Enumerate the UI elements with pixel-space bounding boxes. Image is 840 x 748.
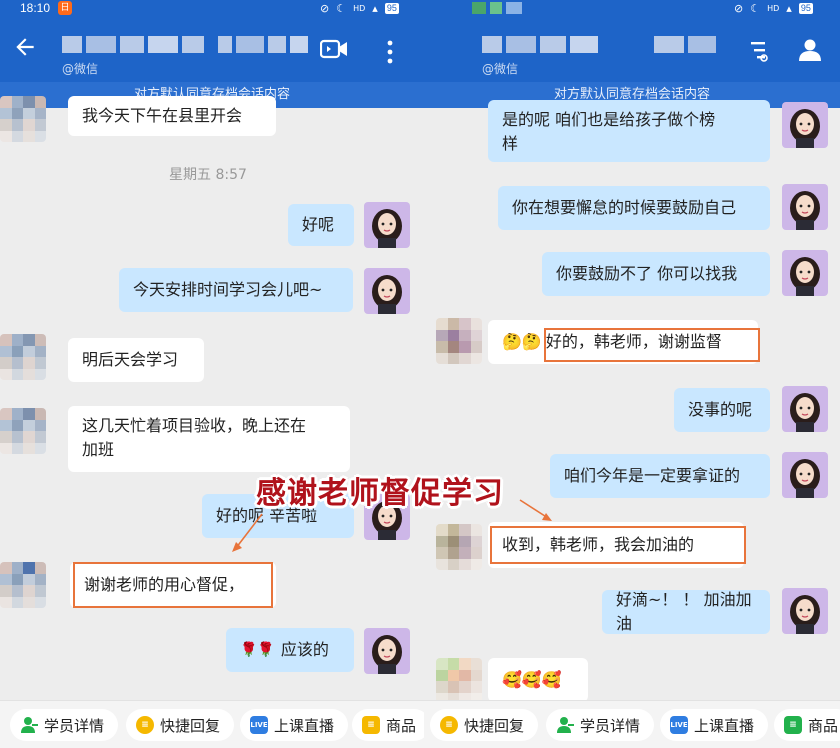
arrow-left-head: [232, 542, 242, 552]
arrow-left: [235, 513, 263, 549]
arrow-right: [519, 499, 549, 519]
annotation-arrows: [232, 499, 552, 552]
overlay-caption: 感谢老师督促学习: [256, 476, 504, 511]
